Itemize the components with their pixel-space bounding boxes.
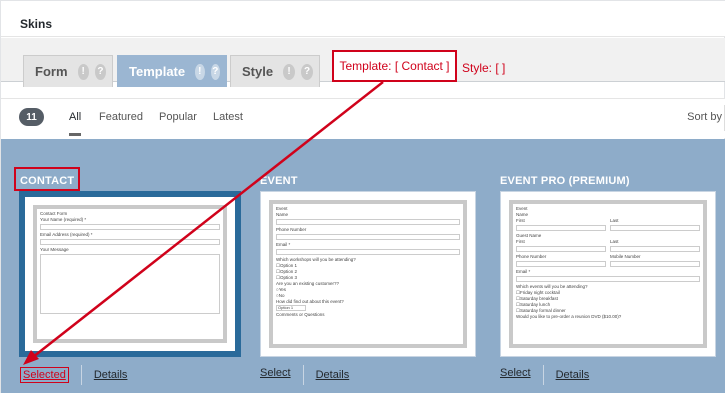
filter-popular[interactable]: Popular: [159, 111, 197, 123]
form-preview: Event Name First Last Guest Name First L…: [513, 204, 703, 344]
panel-title: Skins: [20, 17, 53, 31]
select-button[interactable]: Select: [500, 365, 544, 385]
filter-latest[interactable]: Latest: [213, 111, 243, 123]
info-icon[interactable]: !: [195, 63, 205, 80]
field-input: [516, 276, 700, 282]
skin-thumbnail-event[interactable]: Event Name Phone Number Email * Which wo…: [260, 191, 476, 357]
field-label: Last: [610, 239, 619, 244]
form-preview: Contact Form Your Name (required) * Emai…: [37, 209, 223, 339]
tab-style[interactable]: Style ! ?: [230, 55, 320, 87]
skin-thumbnail-contact[interactable]: Contact Form Your Name (required) * Emai…: [19, 191, 241, 357]
field-label: Name: [276, 212, 289, 217]
field-input: [610, 225, 700, 231]
skin-name-event: EVENT: [260, 175, 298, 187]
field-input: [610, 246, 700, 252]
field-input: [516, 246, 606, 252]
skin-actions-event-pro: Select Details: [500, 365, 589, 385]
tab-style-label: Style: [242, 64, 274, 79]
tab-form-label: Form: [35, 64, 68, 79]
field-input: [516, 261, 606, 267]
form-preview: Event Name Phone Number Email * Which wo…: [273, 204, 463, 344]
field-label: Your Message: [40, 247, 69, 252]
tab-form[interactable]: Form ! ?: [23, 55, 113, 87]
question-label: Comments or Questions: [276, 312, 325, 317]
help-icon[interactable]: ?: [210, 63, 220, 80]
guest-row: First Last: [516, 239, 700, 254]
field-label: Last: [610, 218, 619, 223]
field-input: [276, 249, 460, 255]
help-icon[interactable]: ?: [94, 63, 106, 80]
field-input: [40, 239, 220, 245]
name-row: First Last: [516, 218, 700, 233]
template-status: Template: [ Contact ]: [339, 59, 450, 73]
thumbnail-frame: Event Name First Last Guest Name First L…: [509, 200, 707, 348]
skins-panel: Skins Form ! ? Template ! ? Style ! ? Te…: [0, 0, 725, 393]
skin-name-event-pro: EVENT PRO (PREMIUM): [500, 175, 630, 187]
style-status: Style: [ ]: [462, 61, 506, 75]
field-label: Phone Number: [516, 254, 547, 259]
info-icon[interactable]: !: [77, 63, 89, 80]
filter-featured[interactable]: Featured: [99, 111, 143, 123]
skin-thumbnail-event-pro[interactable]: Event Name First Last Guest Name First L…: [500, 191, 716, 357]
field-input: [610, 261, 700, 267]
help-icon[interactable]: ?: [301, 63, 313, 80]
details-link[interactable]: Details: [94, 369, 128, 381]
field-textarea: [40, 254, 220, 314]
phone-row: Phone Number Mobile Number: [516, 254, 700, 269]
field-input: [276, 219, 460, 225]
field-label: Email *: [516, 269, 531, 274]
select-button[interactable]: Select: [260, 365, 304, 385]
selected-button[interactable]: Selected: [20, 367, 69, 383]
template-status-highlight: Template: [ Contact ]: [332, 50, 457, 82]
skin-actions-contact: Selected Details: [20, 365, 127, 385]
skin-actions-event: Select Details: [260, 365, 349, 385]
sort-by-label[interactable]: Sort by: [687, 111, 722, 123]
field-label: First: [516, 239, 525, 244]
field-label: Phone Number: [276, 227, 307, 232]
field-label: First: [516, 218, 525, 223]
tab-template[interactable]: Template ! ?: [117, 55, 227, 87]
question-label: Would you like to pre-order a reunion DV…: [516, 314, 622, 319]
field-label: Email *: [276, 242, 291, 247]
field-input: [40, 224, 220, 230]
field-label: Email Address (required) *: [40, 232, 93, 237]
tab-template-label: Template: [129, 64, 186, 79]
details-link[interactable]: Details: [316, 369, 350, 381]
field-label: Mobile Number: [610, 254, 641, 259]
count-badge: 11: [19, 108, 44, 126]
divider: [80, 365, 82, 385]
thumbnail-frame: Contact Form Your Name (required) * Emai…: [33, 205, 227, 343]
question-label: How did find out about this event?: [276, 299, 344, 304]
field-input: [276, 234, 460, 240]
details-link[interactable]: Details: [556, 369, 590, 381]
filter-bar: 11 All Featured Popular Latest Sort by: [1, 98, 725, 138]
skin-name-highlight: [14, 167, 80, 191]
select-preview: Option 1: [276, 305, 306, 311]
skins-header: Skins: [1, 1, 725, 37]
field-label: Your Name (required) *: [40, 217, 87, 222]
thumbnail-frame: Event Name Phone Number Email * Which wo…: [269, 200, 467, 348]
filter-all[interactable]: All: [69, 111, 82, 136]
info-icon[interactable]: !: [283, 63, 296, 80]
field-input: [516, 225, 606, 231]
